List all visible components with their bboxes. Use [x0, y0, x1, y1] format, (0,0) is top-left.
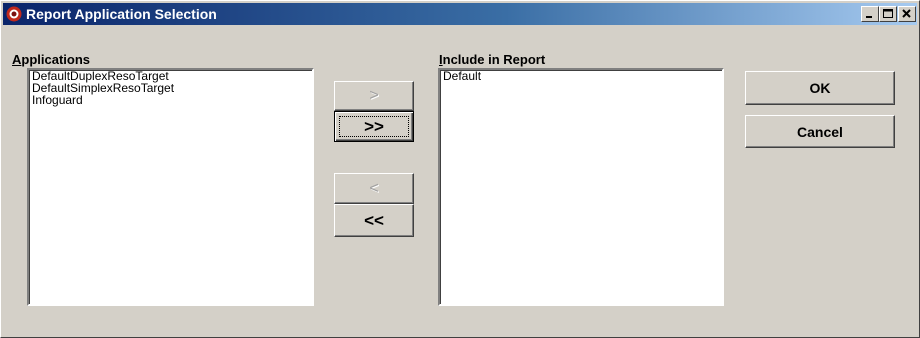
- close-button[interactable]: [898, 6, 916, 22]
- add-all-button[interactable]: >>: [334, 111, 414, 142]
- list-item[interactable]: Default: [440, 70, 722, 82]
- ok-button[interactable]: OK: [745, 71, 895, 105]
- add-selected-button[interactable]: >: [334, 81, 414, 111]
- list-item[interactable]: Infoguard: [29, 94, 312, 106]
- app-icon: [6, 6, 22, 22]
- cancel-button[interactable]: Cancel: [745, 115, 895, 148]
- include-in-report-label: Include in Report: [439, 52, 545, 67]
- title-bar[interactable]: Report Application Selection: [3, 3, 917, 25]
- minimize-button[interactable]: [861, 6, 879, 22]
- applications-listbox[interactable]: DefaultDuplexResoTarget DefaultSimplexRe…: [27, 68, 314, 306]
- include-in-report-listbox[interactable]: Default: [438, 68, 724, 306]
- maximize-button[interactable]: [879, 6, 897, 22]
- remove-all-button[interactable]: <<: [334, 204, 414, 237]
- applications-label: Applications: [12, 52, 90, 67]
- focus-ring: [339, 116, 409, 137]
- applications-label-rest: pplications: [21, 52, 91, 67]
- report-application-selection-window: Report Application Selection Application…: [0, 0, 920, 338]
- maximize-icon: [883, 9, 893, 18]
- window-title: Report Application Selection: [26, 6, 217, 22]
- remove-selected-button[interactable]: <: [334, 173, 414, 204]
- minimize-icon: [866, 16, 872, 18]
- close-icon: [902, 9, 911, 18]
- include-label-rest: nclude in Report: [442, 52, 546, 67]
- applications-label-mnemonic: A: [12, 52, 22, 67]
